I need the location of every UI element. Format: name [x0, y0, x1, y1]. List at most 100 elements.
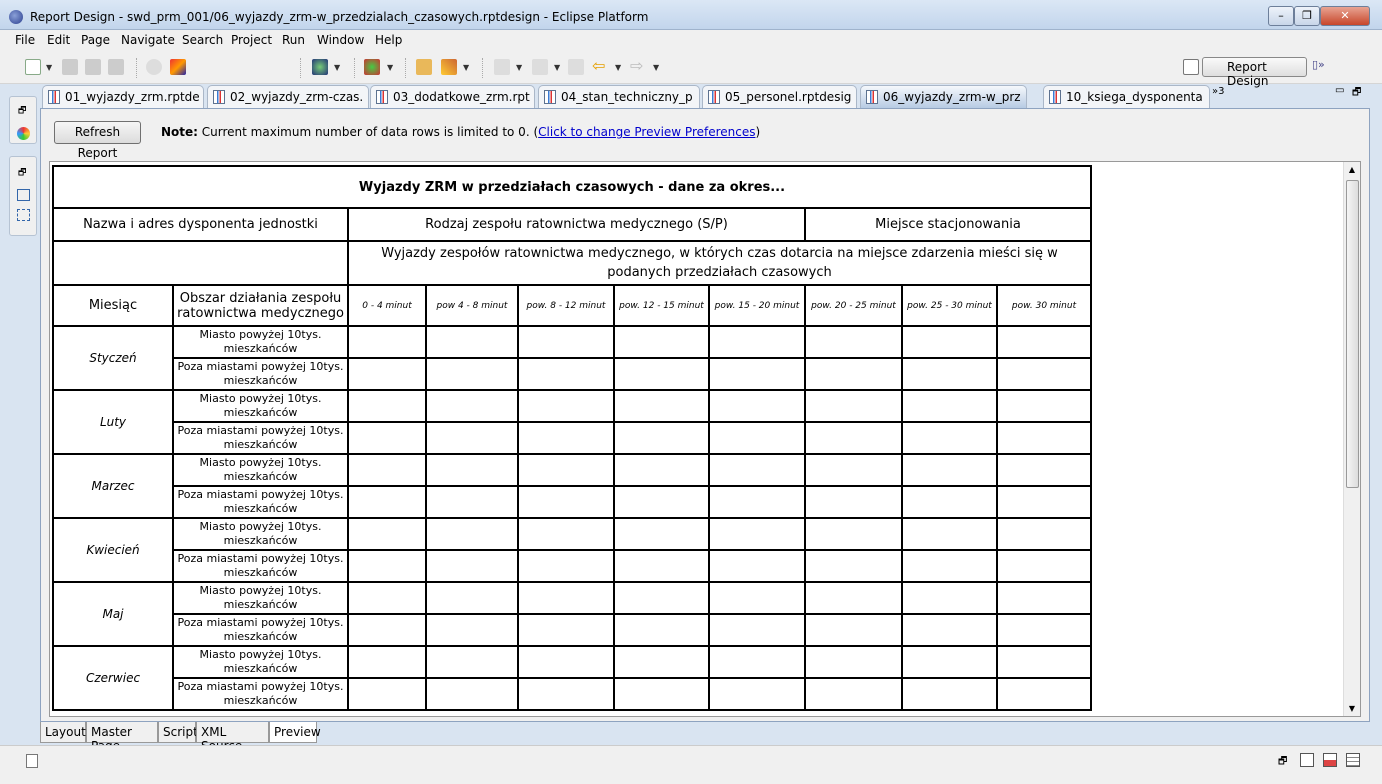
menu-search[interactable]: Search	[182, 33, 223, 47]
new-icon[interactable]	[25, 59, 41, 75]
page-tab-preview[interactable]: Preview	[269, 722, 321, 743]
data-cell	[708, 357, 806, 391]
data-explorer-view-icon[interactable]	[17, 209, 30, 221]
data-cell	[901, 325, 998, 359]
area-cell: Miasto powyżej 10tys. mieszkańców	[172, 517, 349, 551]
restore-icon[interactable]: 🗗	[1278, 754, 1287, 771]
save-icon[interactable]	[62, 59, 78, 75]
preview-preferences-link[interactable]: Click to change Preview Preferences	[538, 125, 755, 139]
data-cell	[517, 389, 615, 423]
next-annotation-icon[interactable]	[494, 59, 510, 75]
open-folder-icon[interactable]	[416, 59, 432, 75]
print-icon[interactable]	[108, 59, 124, 75]
data-cell	[996, 517, 1092, 551]
page-tab-xml-source[interactable]: XML Source	[196, 722, 269, 753]
maximize-button[interactable]: ❐	[1294, 6, 1320, 26]
page-tab-layout[interactable]: Layout	[40, 722, 86, 743]
menu-page[interactable]: Page	[81, 33, 110, 47]
vertical-scrollbar[interactable]: ▲ ▼	[1343, 162, 1360, 716]
properties-icon[interactable]	[1300, 753, 1314, 767]
report-file-icon	[376, 90, 388, 104]
previous-annotation-icon[interactable]	[532, 59, 548, 75]
menu-navigate[interactable]: Navigate	[121, 33, 175, 47]
table-row: Poza miastami powyżej 10tys. mieszkańców	[53, 613, 1092, 647]
data-cell	[517, 613, 615, 647]
header-interval: pow. 8 - 12 minut	[517, 284, 615, 327]
menu-run[interactable]: Run	[282, 33, 305, 47]
data-cell	[901, 613, 998, 647]
editor-tab[interactable]: 02_wyjazdy_zrm-czas.	[207, 85, 369, 108]
back-arrow-icon[interactable]: ⇦	[592, 58, 608, 75]
editor-tab[interactable]: 05_personel.rptdesig	[702, 85, 857, 108]
editor-tab[interactable]: 04_stan_techniczny_p	[538, 85, 700, 108]
data-cell	[708, 485, 806, 519]
edit-icon[interactable]	[441, 59, 457, 75]
data-cell	[425, 325, 519, 359]
editor-tab[interactable]: 01_wyjazdy_zrm.rptde	[42, 85, 204, 108]
page-tab-master-page[interactable]: Master Page	[86, 722, 158, 753]
data-cell	[708, 389, 806, 423]
header-interval: pow. 20 - 25 minut	[804, 284, 903, 327]
report-design-perspective-button[interactable]: Report Design	[1202, 57, 1307, 88]
more-perspectives-icon[interactable]: ▯»	[1312, 58, 1325, 71]
data-cell	[425, 357, 519, 391]
data-cell	[347, 389, 427, 423]
editor-tab[interactable]: 06_wyjazdy_zrm-w_prz✕	[860, 85, 1027, 108]
data-cell	[804, 549, 903, 583]
data-cell	[804, 677, 903, 711]
maximize-editor-icon[interactable]: 🗗	[1352, 85, 1361, 102]
menu-window[interactable]: Window	[317, 33, 364, 47]
area-cell: Poza miastami powyżej 10tys. mieszkańców	[172, 485, 349, 519]
run-icon[interactable]	[364, 59, 380, 75]
data-cell	[901, 549, 998, 583]
data-cell	[613, 517, 710, 551]
data-cell	[804, 581, 903, 615]
scrollbar-thumb[interactable]	[1346, 180, 1359, 488]
open-perspective-icon[interactable]	[1183, 59, 1199, 75]
web-viewer-icon[interactable]	[312, 59, 328, 75]
navigator-icon[interactable]	[1346, 753, 1360, 767]
table-row: Kwiecień Miasto powyżej 10tys. mieszkańcó…	[52, 517, 1092, 583]
table-row: Styczeń Miasto powyżej 10tys. mieszkańców	[52, 325, 1092, 391]
month-cell: Luty	[52, 389, 174, 455]
tabs-overflow[interactable]: »3	[1212, 86, 1224, 97]
report-title: Wyjazdy ZRM w przedziałach czasowych - d…	[52, 165, 1092, 209]
data-cell	[804, 389, 903, 423]
data-cell	[708, 613, 806, 647]
minimize-button[interactable]: –	[1268, 6, 1294, 26]
data-cell	[901, 517, 998, 551]
problems-icon[interactable]	[1323, 753, 1337, 767]
forward-arrow-icon[interactable]: ⇨	[630, 58, 646, 75]
table-row: Poza miastami powyżej 10tys. mieszkańców	[53, 677, 1092, 711]
last-edit-icon[interactable]	[568, 59, 584, 75]
refresh-report-button[interactable]: Refresh Report	[54, 121, 141, 160]
palette-icon[interactable]	[17, 127, 30, 140]
data-cell	[804, 517, 903, 551]
restore-icon[interactable]: 🗗	[18, 103, 36, 119]
table-row: Poza miastami powyżej 10tys. mieszkańców	[53, 421, 1092, 455]
data-cell	[996, 453, 1092, 487]
data-cell	[347, 453, 427, 487]
report-wizard-icon[interactable]	[146, 59, 162, 75]
fast-view-icon[interactable]	[26, 754, 38, 768]
menu-project[interactable]: Project	[231, 33, 272, 47]
page-tab-script[interactable]: Script	[158, 722, 198, 743]
outline-icon[interactable]	[17, 189, 30, 201]
menu-edit[interactable]: Edit	[47, 33, 70, 47]
restore-icon[interactable]: 🗗	[18, 165, 36, 181]
minimize-editor-icon[interactable]: ▭	[1335, 85, 1344, 96]
data-cell	[517, 485, 615, 519]
menu-help[interactable]: Help	[375, 33, 402, 47]
menu-file[interactable]: File	[15, 33, 35, 47]
data-cell	[901, 581, 998, 615]
left-trim-top: 🗗	[9, 96, 37, 144]
data-cell	[425, 453, 519, 487]
close-button[interactable]: ✕	[1320, 6, 1370, 26]
save-all-icon[interactable]	[85, 59, 101, 75]
header-interval: pow. 15 - 20 minut	[708, 284, 806, 327]
data-cell	[517, 581, 615, 615]
editor-tab[interactable]: 03_dodatkowe_zrm.rpt	[370, 85, 535, 108]
data-explorer-icon[interactable]	[170, 59, 186, 75]
tab-label: 04_stan_techniczny_p	[561, 90, 693, 104]
editor-tab[interactable]: 10_ksiega_dysponenta	[1043, 85, 1210, 108]
